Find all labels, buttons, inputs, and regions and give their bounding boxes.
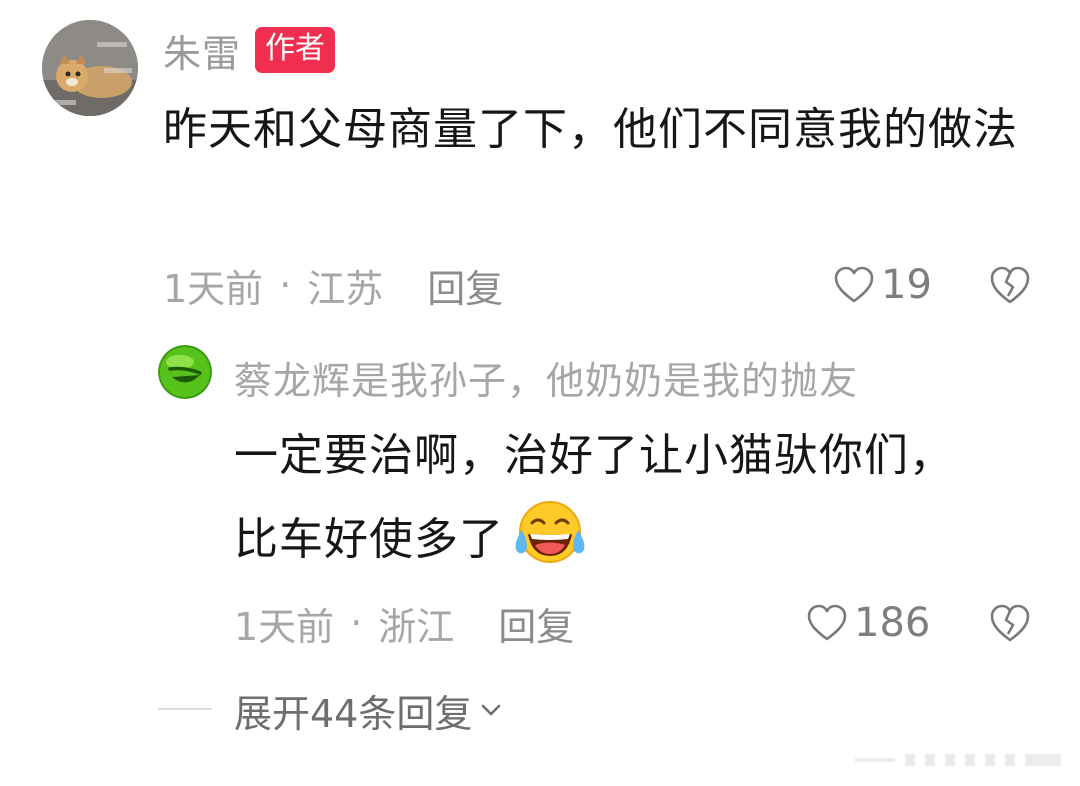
reply-button[interactable]: 回复 (498, 596, 574, 651)
reply-text[interactable]: 一定要治啊，治好了让小猫驮你们，比车好使多了 (234, 416, 994, 580)
avatar-image (158, 345, 212, 399)
comment-text[interactable]: 昨天和父母商量了下，他们不同意我的做法 (163, 90, 1043, 170)
reply-meta: 1天前 · 浙江 回复 (234, 596, 574, 651)
avatar-image (42, 20, 138, 116)
expand-replies-button[interactable]: 展开44条回复 (234, 684, 504, 736)
reply-username[interactable]: 蔡龙辉是我孙子，他奶奶是我的抛友 (234, 350, 858, 404)
heart-outline-icon (807, 604, 847, 641)
broken-heart-icon (990, 604, 1030, 642)
username[interactable]: 朱雷 (163, 23, 241, 78)
reply-avatar[interactable] (158, 345, 212, 399)
laughing-crying-emoji-icon (515, 501, 585, 563)
comment-time: 1天前 (163, 266, 264, 311)
divider (158, 708, 212, 710)
like-button[interactable]: 186 (806, 598, 930, 648)
reply-location: 浙江 (378, 604, 455, 649)
like-button[interactable]: 19 (833, 260, 932, 310)
broken-heart-icon (990, 266, 1030, 304)
dislike-button[interactable] (988, 601, 1032, 645)
reply-button[interactable]: 回复 (427, 258, 503, 313)
comment-location: 江苏 (307, 266, 384, 311)
separator: · (279, 263, 292, 307)
heart-outline-icon (834, 266, 874, 303)
like-count: 19 (881, 262, 932, 308)
separator: · (350, 601, 363, 645)
author-badge: 作者 (255, 27, 336, 73)
watermark-graphic (855, 754, 1061, 766)
like-count: 186 (854, 600, 931, 646)
comment-meta: 1天前 · 江苏 回复 (163, 258, 503, 313)
dislike-button[interactable] (988, 263, 1032, 307)
expand-replies-label: 展开44条回复 (234, 691, 473, 736)
author-row: 朱雷 作者 (163, 22, 336, 78)
reply-text-content: 一定要治啊，治好了让小猫驮你们，比车好使多了 (234, 430, 954, 565)
comment-thread: 朱雷 作者 昨天和父母商量了下，他们不同意我的做法 1天前 · 江苏 回复 19… (0, 0, 1080, 786)
chevron-down-icon (482, 704, 501, 716)
avatar[interactable] (42, 20, 138, 116)
reply-time: 1天前 (234, 604, 335, 649)
